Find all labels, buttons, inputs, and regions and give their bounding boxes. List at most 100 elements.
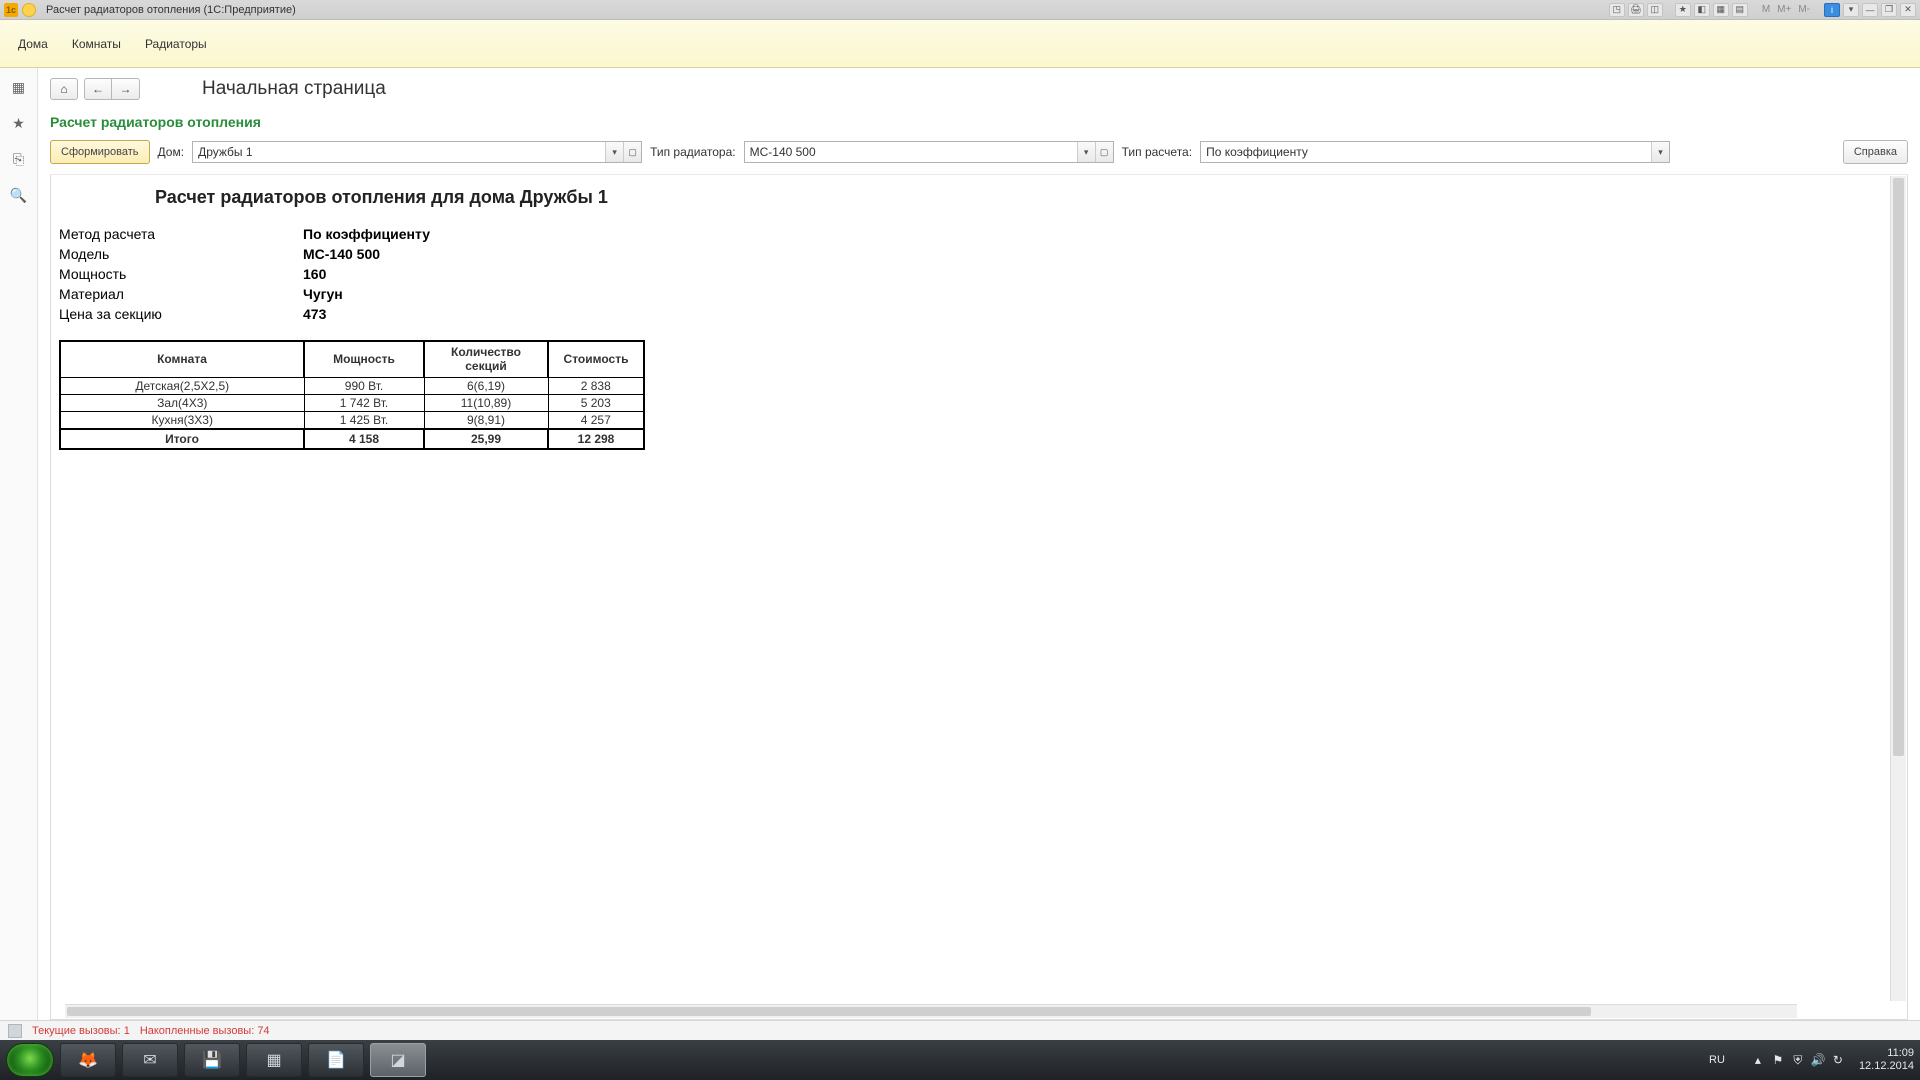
dropdown-icon[interactable]: ▾ [1843,3,1859,17]
col-power: Мощность [304,341,424,377]
taskbar-app-notepad[interactable]: 📄 [308,1043,364,1077]
meta-value: По коэффициенту [303,226,1907,242]
col-sections: Количество секций [424,341,548,377]
generate-button[interactable]: Сформировать [50,140,150,164]
vertical-scrollbar[interactable] [1890,176,1906,1001]
radiator-type-input[interactable] [745,142,1077,162]
house-input[interactable] [193,142,605,162]
calculator-icon[interactable]: ▤ [1732,3,1748,17]
tray-sync-icon[interactable]: ↻ [1831,1053,1845,1067]
taskbar-app-grid[interactable]: ▦ [246,1043,302,1077]
col-room: Комната [60,341,304,377]
taskbar-app-firefox[interactable]: 🦊 [60,1043,116,1077]
start-button[interactable] [6,1043,54,1077]
meta-key: Цена за секцию [59,306,303,322]
meta-key: Мощность [59,266,303,282]
table-row: Зал(4Х3) 1 742 Вт. 11(10,89) 5 203 [60,394,644,411]
info-icon[interactable]: i [1824,3,1840,17]
app-secondary-icon [22,3,36,17]
tray-volume-icon[interactable]: 🔊 [1811,1053,1825,1067]
calc-type-label: Тип расчета: [1122,145,1192,159]
menu-item-homes[interactable]: Дома [18,37,48,51]
titlebar-button[interactable]: ◳ [1609,3,1625,17]
menu-item-radiators[interactable]: Радиаторы [145,37,207,51]
report-meta: Метод расчета По коэффициенту Модель МС-… [59,226,1907,322]
memory-mminus-label[interactable]: M- [1796,4,1812,15]
tray-date: 12.12.2014 [1859,1060,1914,1073]
total-cost: 12 298 [548,429,644,449]
radiator-type-combo[interactable]: ▾ ▢ [744,141,1114,163]
windows-taskbar: 🦊 ✉ 💾 ▦ 📄 ◪ RU ▴ ⚑ ⛨ 🔊 ↻ 11:09 12.12.201… [0,1040,1920,1080]
forward-button[interactable]: → [112,78,140,100]
section-title: Расчет радиаторов отопления [50,114,1908,130]
house-combo[interactable]: ▾ ▢ [192,141,642,163]
favorite-icon[interactable]: ★ [1675,3,1691,17]
table-row: Детская(2,5Х2,5) 990 Вт. 6(6,19) 2 838 [60,377,644,394]
report-table: Комната Мощность Количество секций Стоим… [59,340,645,450]
minimize-button[interactable]: — [1862,3,1878,17]
window-titlebar: 1c Расчет радиаторов отопления (1С:Предп… [0,0,1920,20]
cell-sections: 6(6,19) [424,377,548,394]
apps-grid-icon[interactable]: ▦ [10,78,28,96]
filter-toolbar: Сформировать Дом: ▾ ▢ Тип радиатора: ▾ ▢… [50,140,1908,164]
home-button[interactable]: ⌂ [50,78,78,100]
meta-key: Метод расчета [59,226,303,242]
cell-room: Зал(4Х3) [60,394,304,411]
memory-m-label[interactable]: M [1760,4,1772,15]
search-icon[interactable]: 🔍 [10,186,28,204]
horizontal-scrollbar[interactable] [65,1004,1797,1018]
radiator-type-label: Тип радиатора: [650,145,736,159]
main-menubar: Дома Комнаты Радиаторы [0,20,1920,68]
cell-cost: 4 257 [548,411,644,429]
titlebar-button[interactable]: ◧ [1694,3,1710,17]
tray-time: 11:09 [1859,1047,1914,1060]
meta-value: 473 [303,306,1907,322]
menu-item-rooms[interactable]: Комнаты [72,37,121,51]
nav-toolbar: ⌂ ← → Начальная страница [50,78,1908,100]
page-title: Начальная страница [202,78,386,100]
tray-language[interactable]: RU [1709,1054,1725,1066]
status-icon [8,1024,22,1038]
total-sections: 25,99 [424,429,548,449]
close-button[interactable]: ✕ [1900,3,1916,17]
cell-power: 1 742 Вт. [304,394,424,411]
left-toolstrip: ▦ ★ ⎘ 🔍 [0,68,38,1020]
meta-value: 160 [303,266,1907,282]
taskbar-app-1c[interactable]: ◪ [370,1043,426,1077]
chevron-down-icon[interactable]: ▾ [605,142,623,162]
titlebar-button[interactable]: 🖨 [1628,3,1644,17]
memory-mplus-label[interactable]: M+ [1775,4,1793,15]
taskbar-app-mail[interactable]: ✉ [122,1043,178,1077]
chevron-down-icon[interactable]: ▾ [1651,142,1669,162]
tray-clock[interactable]: 11:09 12.12.2014 [1859,1047,1914,1073]
current-calls: Текущие вызовы: 1 [32,1025,130,1037]
taskbar-app-save[interactable]: 💾 [184,1043,240,1077]
maximize-button[interactable]: ❐ [1881,3,1897,17]
total-label: Итого [60,429,304,449]
calc-type-input[interactable] [1201,142,1651,162]
tray-flag-icon[interactable]: ⚑ [1771,1053,1785,1067]
col-cost: Стоимость [548,341,644,377]
chevron-down-icon[interactable]: ▾ [1077,142,1095,162]
cell-cost: 5 203 [548,394,644,411]
meta-value: МС-140 500 [303,246,1907,262]
back-button[interactable]: ← [84,78,112,100]
clipboard-icon[interactable]: ⎘ [10,150,28,168]
tray-icons: ▴ ⚑ ⛨ 🔊 ↻ [1751,1053,1845,1067]
calendar-icon[interactable]: ▦ [1713,3,1729,17]
tray-network-icon[interactable]: ⛨ [1791,1053,1805,1067]
star-icon[interactable]: ★ [10,114,28,132]
open-dialog-icon[interactable]: ▢ [623,142,641,162]
report-area: Расчет радиаторов отопления для дома Дру… [50,174,1908,1020]
tray-chevron-up-icon[interactable]: ▴ [1751,1053,1765,1067]
help-button[interactable]: Справка [1843,140,1908,164]
meta-key: Модель [59,246,303,262]
cell-room: Кухня(3Х3) [60,411,304,429]
calc-type-combo[interactable]: ▾ [1200,141,1670,163]
titlebar-button[interactable]: ◫ [1647,3,1663,17]
total-power: 4 158 [304,429,424,449]
open-dialog-icon[interactable]: ▢ [1095,142,1113,162]
cell-sections: 9(8,91) [424,411,548,429]
accumulated-calls: Накопленные вызовы: 74 [140,1025,270,1037]
house-label: Дом: [158,145,185,159]
